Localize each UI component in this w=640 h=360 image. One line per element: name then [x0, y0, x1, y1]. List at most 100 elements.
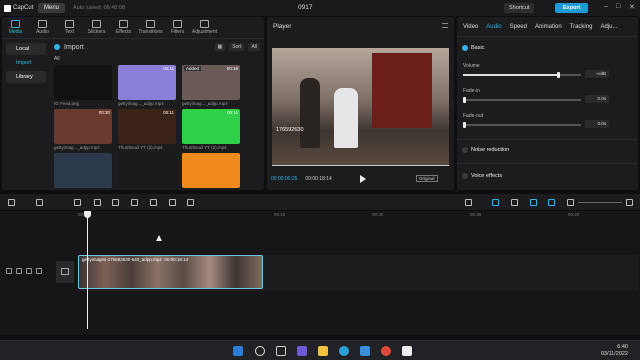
basic-section[interactable]: Basic: [462, 45, 484, 51]
media-item[interactable]: [118, 153, 176, 188]
player-scrubber[interactable]: [272, 165, 449, 166]
maximize-icon[interactable]: □: [616, 3, 620, 10]
volume-slider-knob[interactable]: [557, 72, 561, 78]
basic-check-icon[interactable]: [462, 45, 468, 51]
media-item[interactable]: 00:11 gettyimag..._adpp.mp4: [118, 65, 176, 106]
fade-in-slider-knob[interactable]: [463, 97, 466, 103]
fade-out-slider[interactable]: [463, 124, 581, 126]
media-thumbnail[interactable]: [54, 65, 112, 100]
voice-effects-section[interactable]: Voice effects: [462, 173, 502, 179]
fade-in-value[interactable]: 0.0s: [585, 95, 609, 103]
video-preview[interactable]: 176592630: [272, 48, 449, 166]
tab-effects[interactable]: Effects: [110, 17, 137, 38]
store-icon[interactable]: [360, 346, 370, 356]
media-thumbnail[interactable]: [54, 153, 112, 188]
media-item[interactable]: 00:18 Added gettyimag..._adpp.mp4: [182, 65, 240, 106]
start-icon[interactable]: [233, 346, 243, 356]
zoom-in-icon[interactable]: [626, 199, 633, 206]
lock-track-icon[interactable]: [6, 268, 12, 274]
snap-icon[interactable]: [530, 199, 537, 206]
voice-effects-toggle-icon[interactable]: [462, 173, 468, 179]
more-track-icon[interactable]: [36, 268, 42, 274]
media-thumbnail[interactable]: 00:11: [182, 109, 240, 144]
split-icon[interactable]: [74, 199, 81, 206]
undo-icon[interactable]: [36, 199, 43, 206]
player-menu-icon[interactable]: [442, 23, 448, 28]
tab-audio-inspector[interactable]: Audio: [486, 24, 501, 30]
freeze-icon[interactable]: [112, 199, 119, 206]
preview-axis-icon[interactable]: [548, 199, 555, 206]
media-thumbnail[interactable]: 00:18 Added: [182, 65, 240, 100]
ratio-original-button[interactable]: Original: [416, 175, 438, 182]
media-thumbnail[interactable]: [118, 153, 176, 188]
media-thumbnail[interactable]: 00:11: [118, 109, 176, 144]
mute-track-icon[interactable]: [26, 268, 32, 274]
shortcut-button[interactable]: Shortcut: [504, 3, 535, 13]
volume-value[interactable]: -∞dB: [585, 70, 609, 78]
magnet-icon[interactable]: [511, 199, 518, 206]
hide-track-icon[interactable]: [16, 268, 22, 274]
zoom-slider[interactable]: [578, 202, 622, 203]
tab-stickers[interactable]: Stickers: [83, 17, 110, 38]
view-toggle-icon[interactable]: ▦: [214, 43, 226, 51]
side-item-local[interactable]: Local: [6, 43, 46, 55]
filter-all-button[interactable]: All: [248, 43, 260, 51]
close-icon[interactable]: ✕: [629, 3, 635, 11]
edge-icon[interactable]: [339, 346, 349, 356]
video-clip[interactable]: gettyimages-176592630-640_adpp.mp4 00:00…: [78, 255, 263, 289]
playhead[interactable]: [87, 211, 88, 329]
fade-out-slider-knob[interactable]: [463, 122, 466, 128]
tab-animation[interactable]: Animation: [535, 24, 562, 30]
file-explorer-icon[interactable]: [318, 346, 328, 356]
media-thumbnail[interactable]: 00:11: [118, 65, 176, 100]
menu-button[interactable]: Menu: [38, 3, 66, 13]
tab-audio[interactable]: Audio: [29, 17, 56, 38]
tab-text[interactable]: Text: [56, 17, 83, 38]
tab-transitions[interactable]: Transitions: [137, 17, 164, 38]
task-view-icon[interactable]: [276, 346, 286, 356]
fade-in-slider[interactable]: [463, 99, 581, 101]
mirror-icon[interactable]: [150, 199, 157, 206]
tab-speed[interactable]: Speed: [510, 24, 527, 30]
playhead-handle[interactable]: [84, 211, 91, 218]
noise-reduction-toggle-icon[interactable]: [462, 147, 468, 153]
noise-reduction-section[interactable]: Noise reduction: [462, 147, 509, 153]
export-button[interactable]: Export: [555, 3, 589, 13]
media-item[interactable]: 00:30 gettyimag..._adpp.mp4: [54, 109, 112, 150]
media-item[interactable]: IG Feed.png: [54, 65, 112, 106]
media-item[interactable]: [54, 153, 112, 188]
clock[interactable]: 6:40 03/11/2022: [601, 344, 628, 358]
side-item-library[interactable]: Library: [6, 71, 46, 83]
media-thumbnail[interactable]: 00:30: [54, 109, 112, 144]
teams-icon[interactable]: [297, 346, 307, 356]
fade-out-value[interactable]: 0.0s: [585, 120, 609, 128]
zoom-out-icon[interactable]: [567, 199, 574, 206]
crop-icon[interactable]: [187, 199, 194, 206]
tab-adjustment[interactable]: Adjustment: [191, 17, 218, 38]
media-item[interactable]: 00:11 Thumbnail YT (2).mp4: [182, 109, 240, 150]
rotate-icon[interactable]: [169, 199, 176, 206]
minimize-icon[interactable]: –: [604, 3, 608, 10]
media-item[interactable]: [182, 153, 240, 188]
cover-button[interactable]: [56, 261, 74, 283]
link-icon[interactable]: [492, 199, 499, 206]
microphone-icon[interactable]: [465, 199, 472, 206]
tab-adjust[interactable]: Adju...: [600, 24, 617, 30]
capcut-taskbar-icon[interactable]: [402, 346, 412, 356]
reverse-icon[interactable]: [131, 199, 138, 206]
tab-tracking[interactable]: Tracking: [570, 24, 593, 30]
sort-button[interactable]: Sort: [229, 43, 245, 51]
timeline-ruler[interactable]: 00:00 00:10 00:20 00:30 00:40: [78, 211, 638, 219]
project-title[interactable]: 0917: [298, 4, 312, 11]
media-thumbnail[interactable]: [182, 153, 240, 188]
side-item-import[interactable]: Import: [6, 57, 46, 69]
play-icon[interactable]: [360, 175, 366, 183]
media-item[interactable]: 00:11 Thumbnail YT (3).mp4: [118, 109, 176, 150]
tab-media[interactable]: Media: [2, 17, 29, 38]
search-icon[interactable]: [255, 346, 265, 356]
select-tool-icon[interactable]: [8, 199, 15, 206]
delete-icon[interactable]: [94, 199, 101, 206]
tab-video[interactable]: Video: [463, 24, 478, 30]
chrome-icon[interactable]: [381, 346, 391, 356]
tab-filters[interactable]: Filters: [164, 17, 191, 38]
